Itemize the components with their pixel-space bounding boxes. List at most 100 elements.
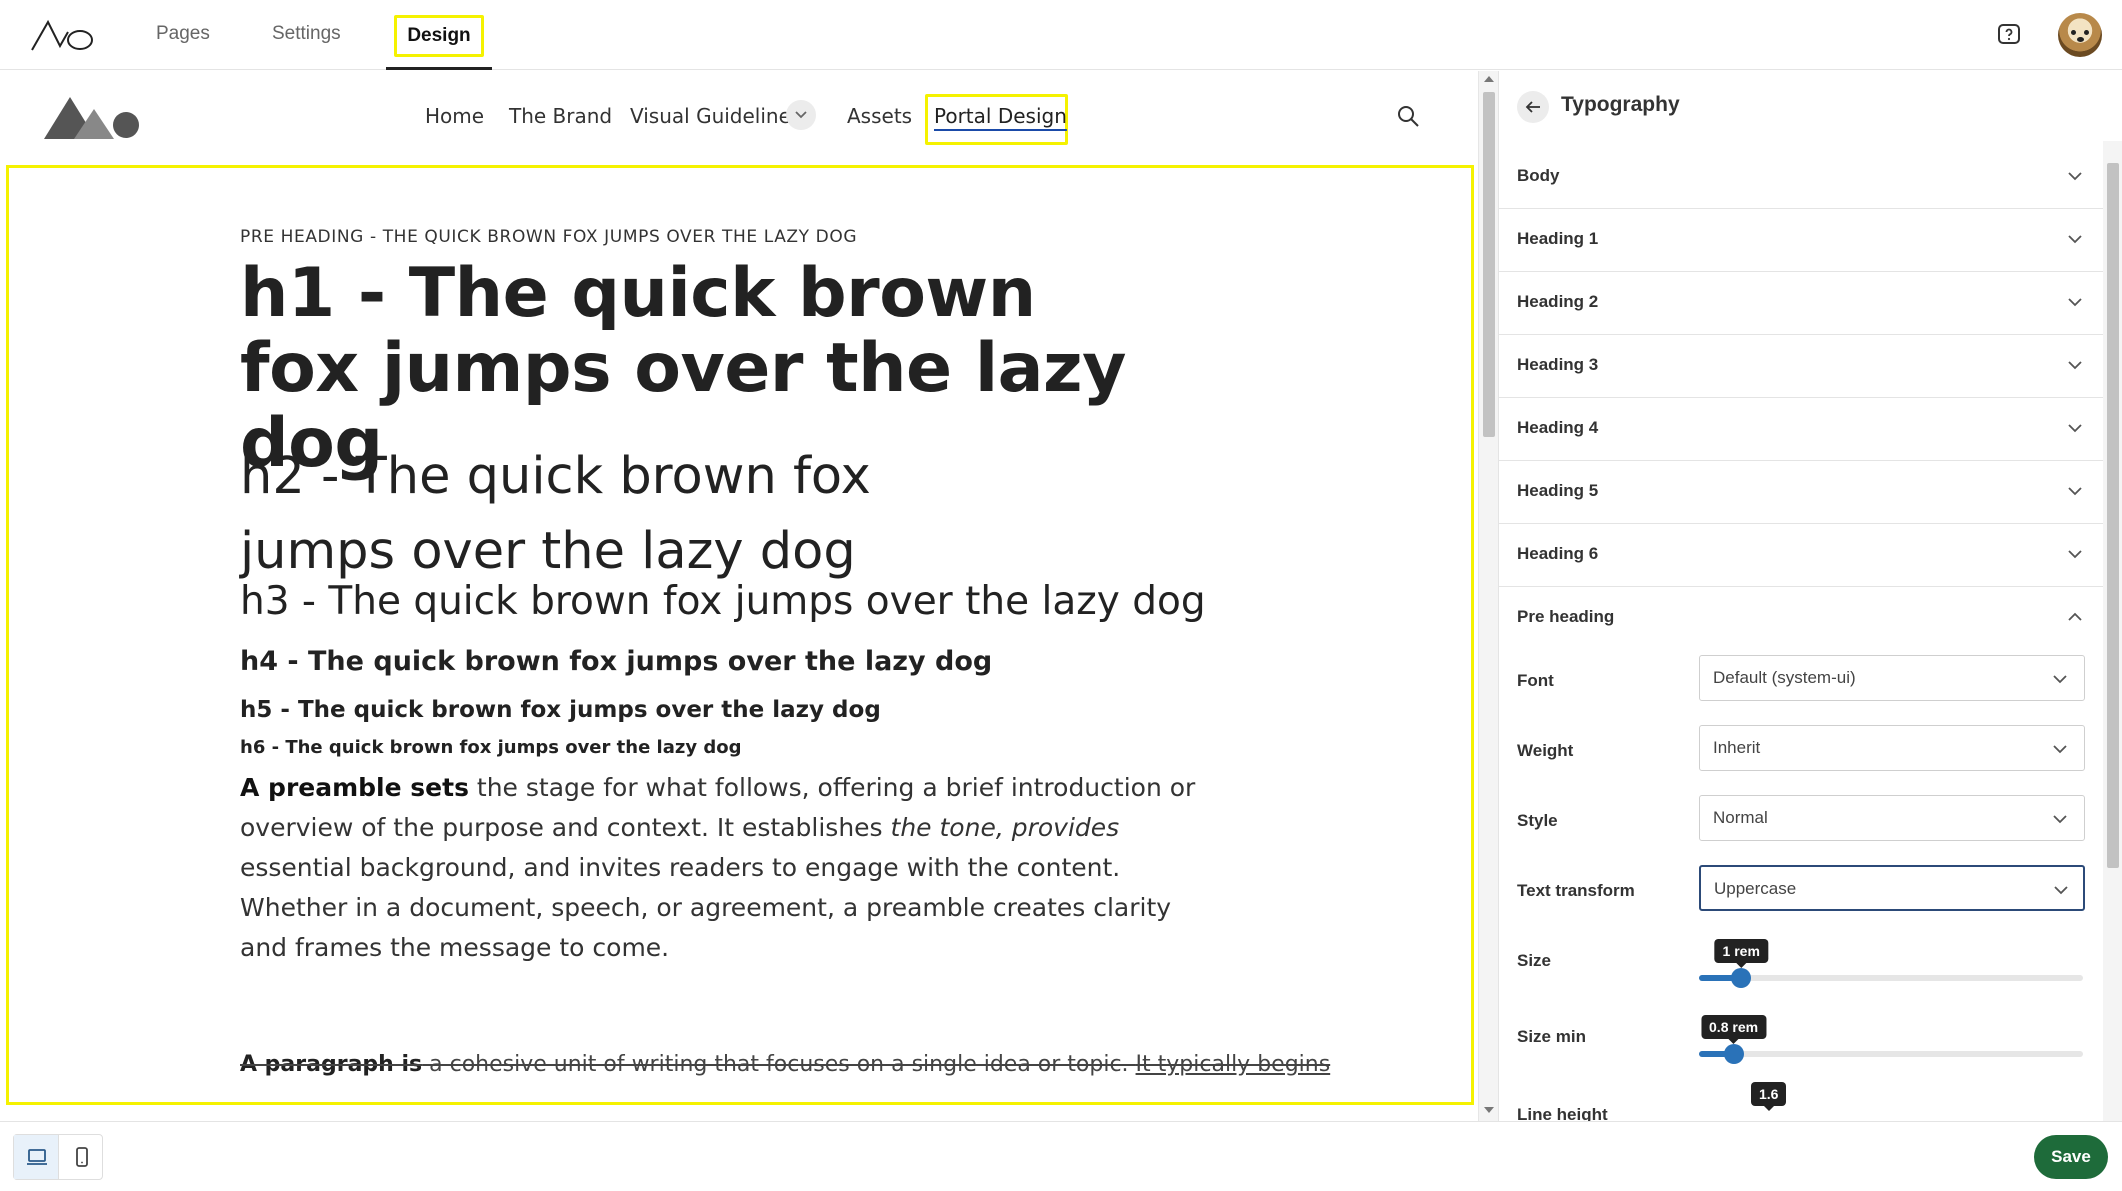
chevron-down-icon [2068,487,2082,496]
h3-sample: h3 - The quick brown fox jumps over the … [240,579,1206,624]
text-transform-label: Text transform [1517,881,1635,900]
style-value: Normal [1713,808,1768,827]
section-label: Heading 1 [1517,229,1599,248]
paragraph-link[interactable]: It typically begins [1136,1052,1331,1077]
preamble-sample: A preamble sets the stage for what follo… [240,768,1200,968]
search-icon[interactable] [1396,104,1420,128]
style-label: Style [1517,811,1558,830]
site-nav-brand[interactable]: The Brand [509,71,612,157]
typography-preview-frame: PRE HEADING - THE QUICK BROWN FOX JUMPS … [6,165,1474,1105]
weight-select[interactable]: Inherit [1699,725,2085,771]
chevron-up-icon [2068,612,2082,621]
chevron-down-icon [2053,815,2067,824]
line-height-row: Line height 1.6 [1499,1082,2103,1121]
app-logo-icon[interactable] [30,18,96,52]
chevron-down-icon [2068,550,2082,559]
site-logo-icon[interactable] [44,91,144,141]
pre-heading-sample: PRE HEADING - THE QUICK BROWN FOX JUMPS … [240,227,858,247]
font-row: Font Default (system-ui) [1499,655,2103,715]
text-transform-select[interactable]: Uppercase [1699,865,2085,911]
text-transform-value: Uppercase [1714,879,1797,898]
panel-header: Typography [1499,71,2103,141]
section-heading-6[interactable]: Heading 6 [1499,524,2103,587]
save-button[interactable]: Save [2034,1135,2108,1179]
chevron-down-icon [795,111,807,119]
line-height-value-tooltip: 1.6 [1751,1082,1787,1111]
user-avatar[interactable] [2058,13,2102,57]
site-nav-visual-guidelines[interactable]: Visual Guidelines [630,71,801,157]
font-label: Font [1517,671,1554,690]
paragraph-sample: A paragraph is a cohesive unit of writin… [240,1050,1330,1080]
section-label: Heading 2 [1517,292,1599,311]
size-row: Size 1 rem [1499,939,2103,1011]
style-row: Style Normal [1499,795,2103,855]
preview-scrollbar[interactable] [1478,71,1498,1121]
laptop-icon [27,1149,47,1165]
style-select[interactable]: Normal [1699,795,2085,841]
h6-sample: h6 - The quick brown fox jumps over the … [240,737,742,758]
help-icon[interactable] [1997,23,2021,47]
section-heading-1[interactable]: Heading 1 [1499,209,2103,272]
topnav-settings[interactable]: Settings [272,0,341,70]
paragraph-bold: A paragraph is [240,1052,423,1077]
site-nav-portal-design[interactable]: Portal Design [934,71,1067,157]
mobile-view-button[interactable] [59,1135,104,1179]
section-label: Heading 5 [1517,481,1599,500]
preamble-text-2: essential background, and invites reader… [240,853,1172,962]
h4-sample: h4 - The quick brown fox jumps over the … [240,646,993,677]
section-label: Body [1517,166,1560,185]
h5-sample: h5 - The quick brown fox jumps over the … [240,697,881,723]
device-toggle [13,1134,103,1180]
preamble-italic: the tone, provides [890,813,1120,842]
section-label: Heading 3 [1517,355,1599,374]
size-slider[interactable]: 1 rem [1699,939,2083,988]
size-min-value-tooltip: 0.8 rem [1701,1015,1767,1044]
line-height-label: Line height [1517,1105,1608,1121]
section-label: Heading 4 [1517,418,1599,437]
chevron-down-icon [2053,745,2067,754]
panel-scroll-thumb[interactable] [2107,163,2119,868]
section-pre-heading[interactable]: Pre heading [1499,587,2103,650]
weight-row: Weight Inherit [1499,725,2103,785]
size-label: Size [1517,951,1552,970]
section-heading-4[interactable]: Heading 4 [1499,398,2103,461]
desktop-view-button[interactable] [14,1135,59,1179]
section-heading-2[interactable]: Heading 2 [1499,272,2103,335]
chevron-down-icon [2068,361,2082,370]
chevron-down-icon [2053,675,2067,684]
size-slider-knob[interactable] [1731,968,1752,988]
size-min-slider[interactable]: 0.8 rem [1699,1015,2083,1064]
chevron-down-icon [2054,886,2068,895]
weight-label: Weight [1517,741,1574,760]
chevron-down-icon [2068,172,2082,181]
site-header: Home The Brand Visual Guidelines Assets … [0,71,1476,157]
back-arrow-icon [1525,101,1540,113]
top-bar: Pages Settings Design [0,0,2122,70]
section-body[interactable]: Body [1499,146,2103,209]
text-transform-row: Text transform Uppercase [1499,865,2103,925]
chevron-down-icon [2068,424,2082,433]
visual-guidelines-dropdown[interactable] [786,100,816,130]
site-nav-home[interactable]: Home [425,71,484,157]
font-select[interactable]: Default (system-ui) [1699,655,2085,701]
section-label: Pre heading [1517,607,1615,626]
size-min-label: Size min [1517,1027,1586,1046]
h2-sample: h2 - The quick brown fox jumps over the … [240,447,871,581]
size-min-row: Size min 0.8 rem [1499,1015,2103,1087]
section-heading-3[interactable]: Heading 3 [1499,335,2103,398]
panel-scrollbar[interactable] [2103,141,2122,1121]
topnav-pages[interactable]: Pages [156,0,210,70]
back-button[interactable] [1517,91,1549,123]
size-min-slider-knob[interactable] [1723,1044,1744,1064]
topnav-design[interactable]: Design [394,15,484,57]
site-nav-assets[interactable]: Assets [847,71,912,157]
panel-title: Typography [1561,93,1680,116]
weight-value: Inherit [1713,738,1761,757]
section-heading-5[interactable]: Heading 5 [1499,461,2103,524]
font-value: Default (system-ui) [1713,668,1856,687]
bottom-bar: Save [0,1121,2122,1191]
size-value-tooltip: 1 rem [1714,939,1768,968]
preview-scroll-thumb[interactable] [1483,92,1495,437]
active-tab-indicator [386,67,492,70]
paragraph-text: a cohesive unit of writing that focuses … [422,1052,1136,1077]
